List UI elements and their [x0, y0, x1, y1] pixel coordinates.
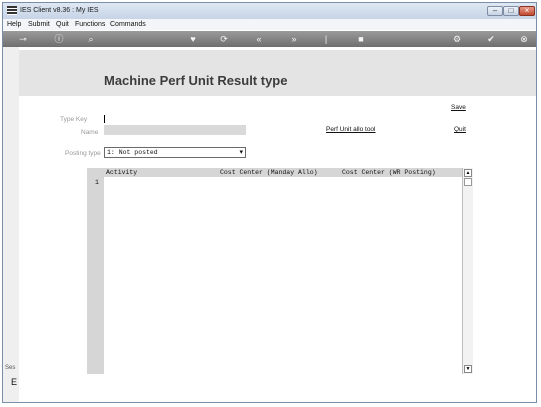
- name-label: Name: [81, 129, 99, 136]
- grid-body[interactable]: [104, 177, 462, 374]
- sidebar-fragment-1: Ses: [5, 365, 16, 371]
- maximize-button[interactable]: □: [503, 6, 519, 16]
- search-icon[interactable]: ⌕: [85, 34, 97, 44]
- posting-type-select[interactable]: 1: Not posted ▾: [104, 147, 246, 158]
- type-key-input[interactable]: [104, 115, 105, 123]
- quit-link[interactable]: Quit: [454, 126, 466, 133]
- column-header-cost-center-manday[interactable]: Cost Center (Manday Allo): [220, 169, 318, 176]
- dropdown-arrow-icon[interactable]: ▾: [239, 148, 243, 156]
- row-header-column: 1: [87, 168, 104, 374]
- grid-header: Activity Cost Center (Manday Allo) Cost …: [104, 168, 462, 177]
- settings-icon[interactable]: ⚙: [451, 34, 463, 44]
- column-header-cost-center-wr[interactable]: Cost Center (WR Posting): [342, 169, 436, 176]
- menu-commands[interactable]: Commands: [110, 19, 146, 30]
- left-strip: Ses E: [3, 47, 19, 402]
- close-window-button[interactable]: ×: [519, 6, 535, 16]
- title-bar: IES Client v8.36 : My IES – □ ×: [3, 3, 536, 20]
- posting-type-value: 1: Not posted: [107, 149, 158, 156]
- toolbar: ⊸ ⓘ ⌕ ♥ ⟳ « » | ■ ⚙ ✔ ⊗: [3, 31, 536, 47]
- posting-type-label: Posting type: [65, 150, 101, 157]
- menu-functions[interactable]: Functions: [75, 19, 105, 30]
- results-grid: 1 Activity Cost Center (Manday Allo) Cos…: [87, 168, 475, 374]
- menu-help[interactable]: Help: [7, 19, 21, 30]
- column-header-activity[interactable]: Activity: [106, 169, 137, 176]
- minimize-button[interactable]: –: [487, 6, 503, 16]
- pipe-icon: |: [324, 34, 328, 44]
- scroll-down-icon[interactable]: ▼: [464, 365, 472, 373]
- name-field[interactable]: [104, 125, 246, 135]
- row-number: 1: [95, 179, 99, 186]
- forward-icon[interactable]: »: [288, 34, 300, 44]
- menu-quit[interactable]: Quit: [56, 19, 69, 30]
- key-icon[interactable]: ⊸: [13, 34, 33, 44]
- sidebar-fragment-2: E: [11, 377, 18, 387]
- check-icon[interactable]: ✔: [485, 34, 497, 44]
- vertical-scrollbar[interactable]: ▲ ▼: [462, 168, 473, 374]
- info-icon[interactable]: ⓘ: [53, 34, 65, 44]
- page-title: Machine Perf Unit Result type: [104, 73, 288, 88]
- save-link[interactable]: Save: [451, 104, 466, 111]
- app-window: IES Client v8.36 : My IES – □ × Help Sub…: [2, 2, 537, 403]
- heart-icon[interactable]: ♥: [187, 34, 199, 44]
- menu-bar: Help Submit Quit Functions Commands: [3, 19, 536, 30]
- perf-unit-allo-tool-link[interactable]: Perf Unit allo tool: [326, 126, 376, 133]
- scroll-thumb[interactable]: [464, 178, 472, 186]
- back-icon[interactable]: «: [253, 34, 265, 44]
- window-title: IES Client v8.36 : My IES: [20, 7, 99, 14]
- refresh-icon[interactable]: ⟳: [218, 34, 230, 44]
- close-icon[interactable]: ⊗: [518, 34, 530, 44]
- app-icon: [7, 6, 17, 15]
- scroll-up-icon[interactable]: ▲: [464, 169, 472, 177]
- stop-icon[interactable]: ■: [355, 34, 367, 44]
- menu-submit[interactable]: Submit: [28, 19, 50, 30]
- type-key-label: Type Key: [60, 116, 88, 123]
